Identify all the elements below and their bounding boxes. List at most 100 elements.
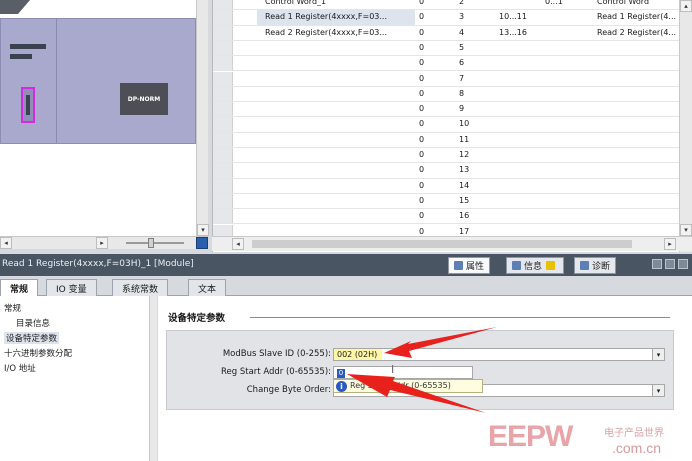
- tab-system-constants[interactable]: 系统常数: [112, 279, 169, 296]
- row-header[interactable]: [213, 163, 233, 178]
- row-header[interactable]: [213, 71, 233, 86]
- window-controls: [652, 259, 688, 269]
- table-row[interactable]: 0 12: [213, 148, 679, 164]
- i-address-cell: 13...16: [499, 27, 527, 37]
- minimize-icon[interactable]: [665, 259, 675, 269]
- zoom-slider-track[interactable]: [126, 242, 184, 244]
- slot-cell: 15: [459, 195, 470, 205]
- slot-cell: 7: [459, 73, 465, 83]
- rack-cell: 0: [419, 88, 425, 98]
- row-header[interactable]: [213, 0, 233, 10]
- tab-diagnostics[interactable]: 诊断: [574, 257, 617, 274]
- name-cell-bg: [257, 133, 415, 147]
- table-horizontal-scrollbar[interactable]: ◂ ▸: [212, 236, 692, 251]
- row-header[interactable]: [213, 178, 233, 193]
- slot-cell: 10: [459, 119, 470, 129]
- table-row[interactable]: 0 16: [213, 209, 679, 225]
- chevron-down-icon[interactable]: ▾: [652, 349, 664, 360]
- row-header[interactable]: [213, 25, 233, 40]
- table-row[interactable]: 0 14: [213, 178, 679, 194]
- slave-id-select[interactable]: 002 (02H) ▾: [333, 348, 665, 361]
- type-cell: Read 2 Register(4...: [597, 27, 677, 37]
- table-row[interactable]: 09: [213, 102, 679, 118]
- restore-icon[interactable]: [652, 259, 662, 269]
- table-row[interactable]: Read 2 Register(4xxxx,F=03... 0 4 13...16 Re…: [213, 25, 679, 41]
- nav-item-io-address[interactable]: I/O 地址: [4, 362, 36, 374]
- scroll-right-button[interactable]: ▸: [664, 238, 676, 250]
- slot-cell: 12: [459, 150, 470, 159]
- scrollbar-thumb[interactable]: [252, 240, 632, 248]
- nav-vertical-scrollbar[interactable]: [149, 296, 157, 461]
- name-cell-bg: [257, 41, 415, 55]
- rack-cell: 0: [419, 12, 425, 22]
- rack-cell: 0: [419, 165, 425, 175]
- table-row[interactable]: Read 1 Register(4xxxx,F=03... 0 3 10...11 Re…: [213, 10, 679, 26]
- scroll-up-button[interactable]: ▴: [680, 0, 692, 12]
- byte-order-label: Change Byte Order:: [246, 385, 331, 395]
- table-row[interactable]: 0 11: [213, 132, 679, 148]
- tab-properties[interactable]: 属性: [448, 257, 491, 274]
- slot-cell: 3: [459, 12, 465, 22]
- name-cell-bg: [257, 72, 415, 86]
- table-row[interactable]: 06: [213, 56, 679, 72]
- start-addr-input[interactable]: 0: [333, 366, 473, 379]
- row-header[interactable]: [213, 148, 233, 163]
- name-cell-bg: [257, 117, 415, 131]
- table-row[interactable]: 05: [213, 40, 679, 57]
- info-icon: [512, 261, 521, 270]
- slot-cell: 16: [459, 211, 470, 221]
- profibus-port-icon[interactable]: [21, 87, 35, 123]
- row-header[interactable]: [213, 56, 233, 71]
- zoom-slider-handle[interactable]: [148, 238, 154, 248]
- device-vertical-scrollbar[interactable]: ▾: [196, 0, 209, 236]
- tab-texts[interactable]: 文本: [188, 279, 227, 296]
- table-row[interactable]: 07: [213, 71, 679, 87]
- rack-cell: 0: [419, 73, 425, 83]
- row-header[interactable]: [213, 86, 233, 102]
- row-header[interactable]: [213, 102, 233, 117]
- table-row[interactable]: 0 15: [213, 193, 679, 210]
- table-row[interactable]: Control Word_1 0 2 0...1 Control Word: [213, 0, 679, 11]
- table-row[interactable]: 08: [213, 86, 679, 103]
- maximize-icon[interactable]: [678, 259, 688, 269]
- overview-navigation-icon[interactable]: [196, 237, 208, 249]
- slot-cell: 5: [459, 42, 465, 52]
- chevron-down-icon[interactable]: ▾: [652, 385, 664, 396]
- module-name-cell: Control Word_1: [265, 0, 327, 6]
- i-address-cell: 10...11: [499, 12, 527, 22]
- scroll-down-button[interactable]: ▾: [197, 224, 209, 236]
- rack-cell: 0: [419, 104, 425, 114]
- row-header[interactable]: [213, 209, 233, 224]
- tab-info[interactable]: 信息: [506, 257, 565, 274]
- scroll-left-button[interactable]: ◂: [232, 238, 244, 250]
- scroll-left-button[interactable]: ◂: [0, 237, 12, 249]
- diagnostics-icon: [580, 261, 589, 270]
- table-vertical-scrollbar[interactable]: ▴ ▾: [679, 0, 692, 252]
- name-cell-bg: [257, 194, 415, 208]
- device-horizontal-scrollbar[interactable]: ◂ ▸: [0, 236, 208, 249]
- row-header[interactable]: [213, 193, 233, 209]
- tab-general[interactable]: 常规: [0, 279, 39, 296]
- module-name-cell: Read 2 Register(4xxxx,F=03...: [265, 27, 388, 37]
- row-header[interactable]: [213, 10, 233, 25]
- q-address-cell: 0...1: [545, 0, 563, 6]
- device-overview-table: Control Word_1 0 2 0...1 Control Word Read 1 …: [212, 0, 692, 252]
- scroll-down-button[interactable]: ▾: [680, 224, 692, 236]
- tab-io-tags[interactable]: IO 变量: [46, 279, 97, 296]
- rack-slot-divider: [56, 19, 57, 143]
- row-header[interactable]: [213, 117, 233, 132]
- nav-item-general[interactable]: 常规: [4, 302, 21, 314]
- scroll-right-button[interactable]: ▸: [96, 237, 108, 249]
- nav-item-device-params[interactable]: 设备特定参数: [4, 332, 60, 344]
- row-header[interactable]: [213, 132, 233, 147]
- watermark-brand: EEPW: [488, 420, 573, 453]
- nav-item-catalog-info[interactable]: 目录信息: [16, 317, 50, 329]
- table-row[interactable]: 0 10: [213, 117, 679, 133]
- parameter-group: ModBus Slave ID (0-255): 002 (02H) ▾ Reg…: [166, 330, 674, 410]
- row-header[interactable]: [213, 40, 233, 56]
- table-row[interactable]: 0 13: [213, 163, 679, 179]
- dp-norm-module[interactable]: DP-NORM: [120, 83, 168, 115]
- nav-item-hex-params[interactable]: 十六进制参数分配: [4, 347, 72, 359]
- device-rack[interactable]: DP-NORM: [0, 18, 196, 144]
- name-cell-bg: [257, 163, 415, 177]
